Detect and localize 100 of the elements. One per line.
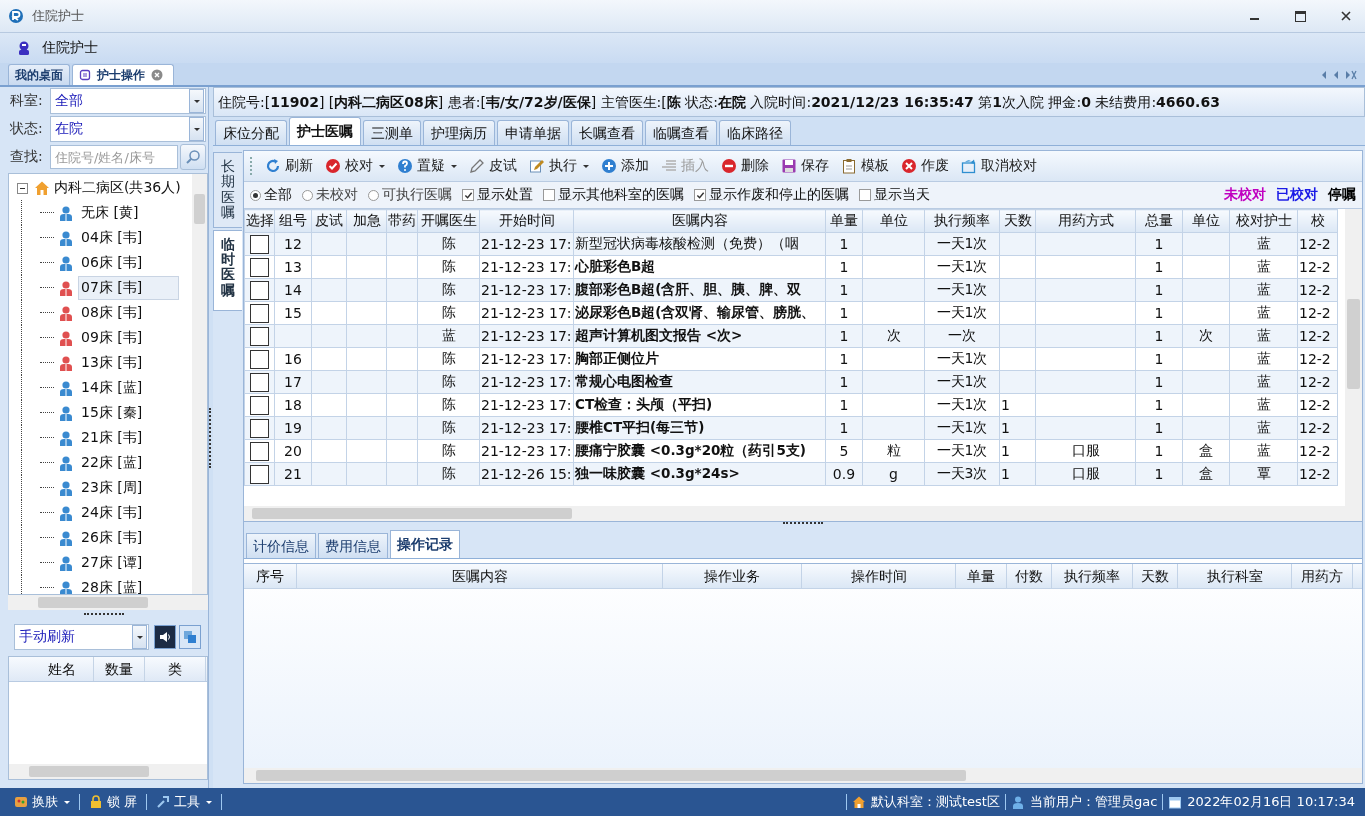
bed-item[interactable]: 09床 [韦] [78, 325, 180, 350]
row-checkbox[interactable] [250, 349, 269, 369]
column-header[interactable]: 加急 [346, 209, 387, 233]
column-header[interactable]: 单位 [862, 209, 925, 233]
tab[interactable]: 操作记录 [390, 530, 460, 558]
column-header[interactable]: 单量 [956, 564, 1007, 588]
caret-icon[interactable] [451, 164, 457, 168]
filter-radio[interactable]: 可执行医嘱 [368, 186, 452, 204]
bed-item[interactable]: 无床 [黄] [78, 200, 176, 225]
tab[interactable]: 临嘱查看 [645, 120, 717, 145]
bed-item[interactable]: 08床 [韦] [78, 300, 180, 325]
column-header[interactable]: 组号 [274, 209, 312, 233]
column-header[interactable]: 选择 [244, 209, 275, 233]
toolbar-button[interactable]: 删除 [716, 155, 774, 177]
column-header[interactable]: 天数 [1133, 564, 1178, 588]
bed-item[interactable]: 28床 [蓝] [78, 575, 180, 594]
scrollbar[interactable] [244, 768, 1362, 783]
status-button[interactable]: 工具 [152, 791, 217, 813]
bed-item[interactable]: 27床 [谭] [78, 550, 180, 575]
side-tab[interactable]: 长期医嘱 [213, 152, 242, 228]
tab[interactable]: 护士医嘱 [289, 117, 361, 145]
column-header[interactable]: 操作时间 [802, 564, 956, 588]
row-checkbox[interactable] [250, 418, 269, 438]
caret-icon[interactable] [379, 164, 385, 168]
close-icon[interactable] [151, 69, 163, 81]
toolbar-button[interactable]: 置疑 [392, 155, 462, 177]
column-header[interactable]: 校 [1297, 209, 1338, 233]
row-checkbox[interactable] [250, 372, 269, 392]
tab[interactable]: 申请单据 [497, 120, 569, 145]
sound-button[interactable] [154, 625, 176, 649]
scrollbar[interactable] [9, 764, 207, 779]
column-header[interactable]: 操作业务 [663, 564, 802, 588]
tab[interactable]: 床位分配 [215, 120, 287, 145]
column-header[interactable]: 用药方 [1292, 564, 1353, 588]
row-checkbox[interactable] [250, 395, 269, 415]
toolbar-button[interactable]: 添加 [596, 155, 654, 177]
search-field[interactable]: 住院号/姓名/床号 [50, 145, 178, 169]
scrollbar[interactable] [1345, 209, 1362, 521]
bed-item[interactable]: 13床 [韦] [78, 350, 180, 375]
toolbar-button[interactable]: 模板 [836, 155, 894, 177]
toolbar-button[interactable]: 皮试 [464, 155, 522, 177]
toolbar-button[interactable]: 校对 [320, 155, 390, 177]
refresh-mode-dropdown[interactable]: 手动刷新 [14, 624, 149, 650]
scrollbar[interactable] [8, 595, 208, 610]
bed-item[interactable]: 06床 [韦] [78, 250, 180, 275]
row-checkbox[interactable] [250, 441, 269, 461]
column-header[interactable]: 执行科室 [1178, 564, 1292, 588]
toolbar-button[interactable]: 保存 [776, 155, 834, 177]
tab[interactable]: 计价信息 [246, 533, 316, 558]
tab[interactable]: 临床路径 [719, 120, 791, 145]
tab[interactable]: 三测单 [363, 120, 421, 145]
column-header[interactable]: 医嘱内容 [297, 564, 663, 588]
column-header[interactable]: 皮试 [311, 209, 347, 233]
document-tab[interactable]: 我的桌面 [8, 64, 70, 85]
collapse-toggle[interactable] [17, 182, 28, 194]
bed-item[interactable]: 21床 [韦] [78, 425, 180, 450]
row-checkbox[interactable] [250, 234, 269, 254]
toolbar-button[interactable]: 取消校对 [956, 155, 1042, 177]
toolbar-button[interactable]: 执行 [524, 155, 594, 177]
column-header[interactable]: 执行频率 [924, 209, 1000, 233]
ward-node[interactable]: 内科二病区(共36人) [54, 179, 181, 197]
toolbar-button[interactable]: 作废 [896, 155, 954, 177]
column-header[interactable]: 单位 [1182, 209, 1230, 233]
filter-dropdown[interactable]: 在院 [50, 116, 206, 142]
status-button[interactable]: 锁 屏 [85, 791, 142, 813]
column-header[interactable]: 总量 [1135, 209, 1183, 233]
toolbar-button[interactable]: 刷新 [260, 155, 318, 177]
scrollbar[interactable] [244, 506, 1345, 521]
filter-radio[interactable]: 全部 [250, 186, 292, 204]
bed-item[interactable]: 24床 [韦] [78, 500, 180, 525]
bed-item[interactable]: 23床 [周] [78, 475, 180, 500]
column-header[interactable]: 用药方式 [1035, 209, 1136, 233]
bed-item[interactable]: 14床 [蓝] [78, 375, 180, 400]
column-header[interactable]: 天数 [999, 209, 1036, 233]
column-header[interactable]: 医嘱内容 [573, 209, 826, 233]
search-button[interactable] [180, 144, 206, 170]
bed-item[interactable]: 15床 [秦] [78, 400, 180, 425]
document-tab[interactable]: 护士操作 [72, 64, 174, 85]
filter-checkbox[interactable]: 显示其他科室的医嘱 [543, 186, 684, 204]
column-header[interactable]: 校对护士 [1229, 209, 1298, 233]
bed-item[interactable]: 04床 [韦] [78, 225, 180, 250]
filter-radio[interactable]: 未校对 [302, 186, 358, 204]
scrollbar[interactable] [192, 174, 207, 594]
row-checkbox[interactable] [250, 326, 269, 346]
row-checkbox[interactable] [250, 257, 269, 277]
status-button[interactable]: 换肤 [10, 791, 74, 813]
side-tab[interactable]: 临时医嘱 [213, 229, 242, 312]
tab[interactable]: 护理病历 [423, 120, 495, 145]
filter-checkbox[interactable]: 显示处置 [462, 186, 533, 204]
tab[interactable]: 长嘱查看 [571, 120, 643, 145]
bed-item[interactable]: 07床 [韦] [78, 275, 180, 300]
row-checkbox[interactable] [250, 464, 269, 484]
bed-item[interactable]: 26床 [韦] [78, 525, 180, 550]
filter-dropdown[interactable]: 全部 [50, 88, 206, 114]
filter-checkbox[interactable]: 显示当天 [859, 186, 930, 204]
tab-navigation-icon[interactable] [1321, 70, 1357, 80]
column-header[interactable]: 付数 [1007, 564, 1052, 588]
tab[interactable]: 费用信息 [318, 533, 388, 558]
row-checkbox[interactable] [250, 280, 269, 300]
column-header[interactable]: 单量 [825, 209, 863, 233]
